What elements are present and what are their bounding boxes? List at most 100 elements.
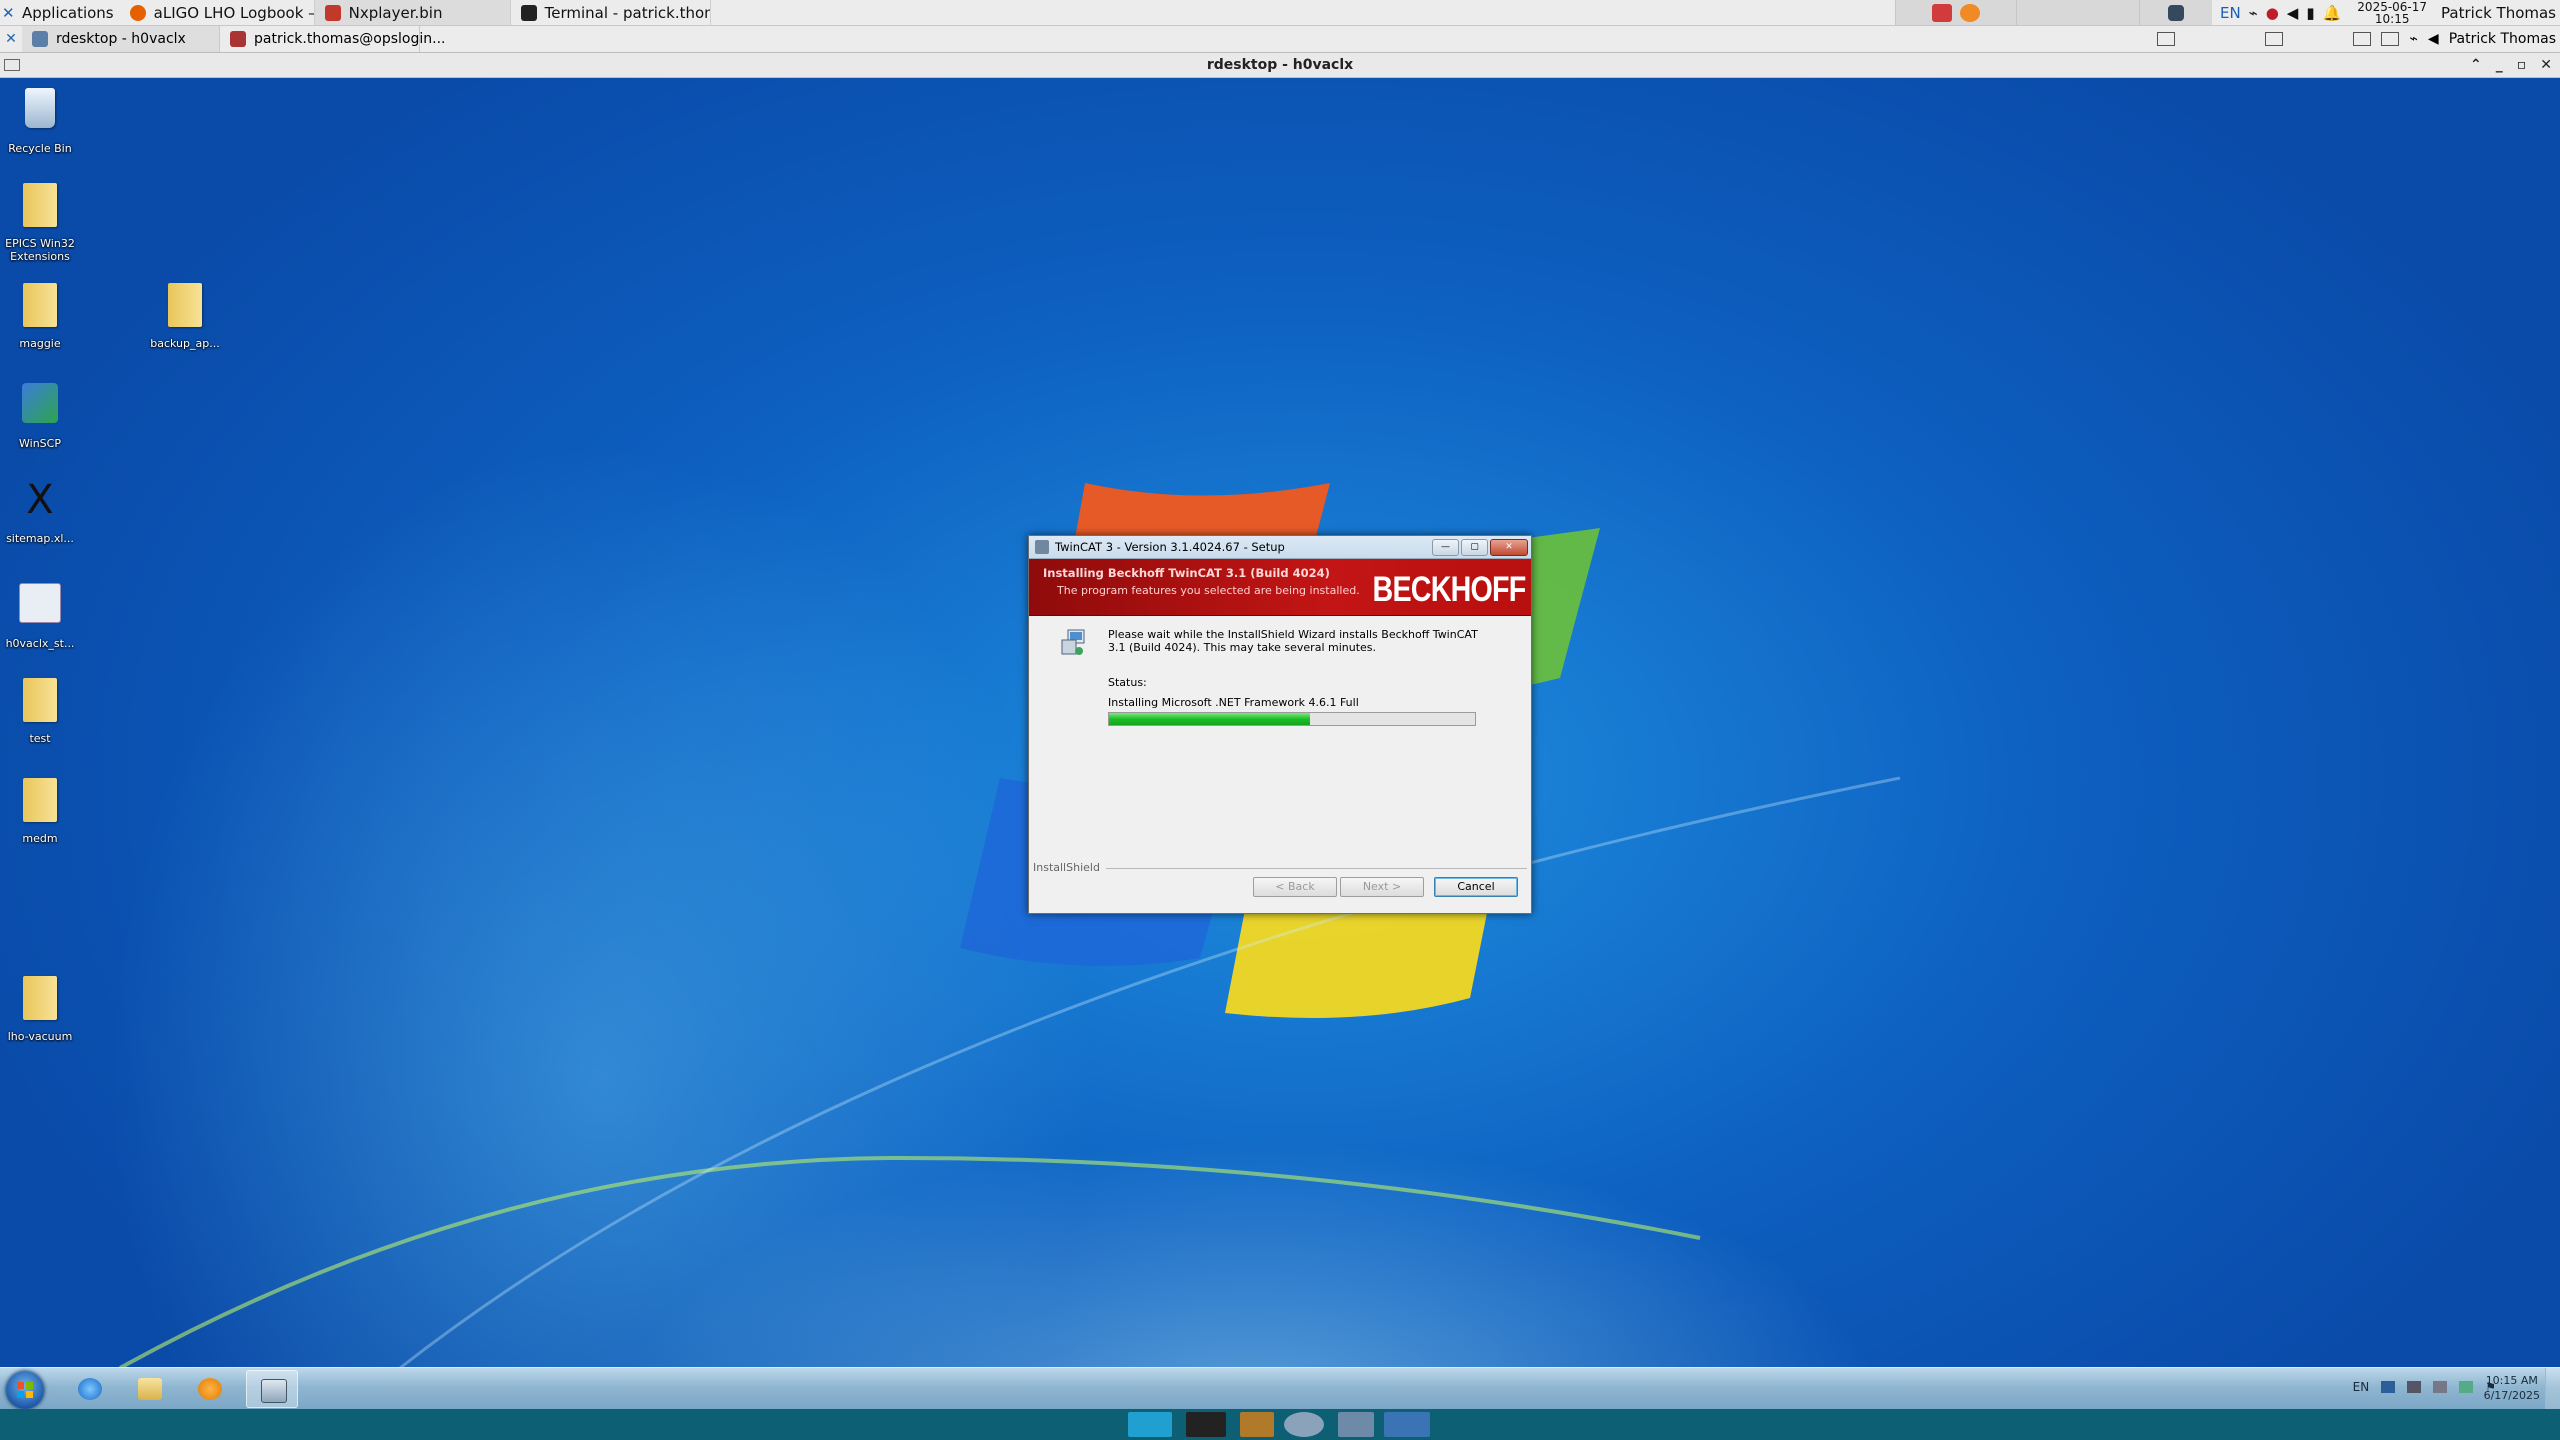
language-indicator[interactable]: EN: [2220, 4, 2241, 22]
workspace-2-icon[interactable]: [2381, 32, 2400, 46]
task-rdesktop[interactable]: rdesktop - h0vaclx: [22, 26, 220, 52]
task-logbook[interactable]: aLIGO LHO Logbook — ...: [120, 0, 315, 25]
task-terminal[interactable]: Terminal - patrick.thom...: [511, 0, 711, 25]
calendar-app-icon[interactable]: [1931, 3, 1952, 22]
window-list-panel: ✕ rdesktop - h0vaclx patrick.thomas@opsl…: [0, 26, 2560, 53]
task-label: aLIGO LHO Logbook — ...: [153, 3, 314, 22]
desktop-icon-h0vaclx[interactable]: h0vaclx_st...: [0, 583, 80, 650]
applications-menu[interactable]: ✕ Applications: [0, 0, 120, 25]
setup-icon: [1035, 540, 1049, 554]
show-desktop-button[interactable]: [2545, 1368, 2560, 1410]
user-name[interactable]: Patrick Thomas: [2435, 4, 2560, 22]
terminal-icon: [230, 31, 246, 47]
icon-label: h0vaclx_st...: [5, 637, 75, 650]
desktop-icon-epics[interactable]: EPICS Win32 Extensions: [0, 183, 80, 263]
maximize-button[interactable]: ▢: [1461, 539, 1488, 556]
start-button[interactable]: [6, 1371, 44, 1409]
icon-label: backup_ap...: [150, 337, 220, 350]
dialog-titlebar[interactable]: TwinCAT 3 - Version 3.1.4024.67 - Setup …: [1029, 536, 1531, 559]
dock-browser-icon[interactable]: [1284, 1412, 1324, 1437]
xfce-menu-icon[interactable]: ✕: [0, 31, 22, 47]
desktop-icon-test[interactable]: test: [0, 678, 80, 745]
next-button[interactable]: Next >: [1340, 877, 1424, 897]
tray-app2-icon[interactable]: [2459, 1381, 2474, 1393]
x-app-icon: X: [26, 477, 54, 523]
cancel-button[interactable]: Cancel: [1434, 877, 1518, 897]
close-icon[interactable]: ✕: [2540, 53, 2552, 77]
dialog-controls: — ▢ ✕: [1432, 539, 1528, 556]
terminal-icon: [520, 4, 537, 21]
back-button[interactable]: < Back: [1253, 877, 1337, 897]
desktop-icon-backup[interactable]: backup_ap...: [145, 283, 225, 350]
icon-label: test: [29, 732, 51, 745]
desktop-icon-lho-vacuum[interactable]: lho-vacuum: [0, 976, 80, 1043]
panel-clock[interactable]: 2025-06-17 10:15: [2349, 1, 2435, 25]
rdesktop-titlebar[interactable]: rdesktop - h0vaclx ⌃ _ ▫ ✕: [0, 53, 2560, 78]
network-icon[interactable]: ⌁: [2249, 4, 2258, 22]
task-ssh-terminal[interactable]: patrick.thomas@opslogin...: [220, 26, 446, 52]
volume-icon[interactable]: ◀: [2428, 31, 2439, 47]
remote-desktop-icon[interactable]: [2167, 4, 2184, 21]
dock-files-icon[interactable]: [1240, 1412, 1274, 1437]
dock-window-icon[interactable]: [1384, 1412, 1430, 1437]
task-label: Terminal - patrick.thom...: [544, 3, 710, 22]
taskbar-setup[interactable]: [246, 1370, 298, 1408]
task-nxplayer[interactable]: Nxplayer.bin: [314, 0, 511, 25]
tray-app-icon[interactable]: [2407, 1381, 2422, 1393]
workspace-1-icon[interactable]: [2353, 32, 2372, 46]
progress-fill: [1109, 713, 1311, 725]
installshield-label: InstallShield: [1033, 861, 1106, 874]
taskbar-explorer[interactable]: [124, 1370, 176, 1408]
icon-label: medm: [22, 832, 58, 845]
windows-language[interactable]: EN: [2353, 1380, 2370, 1394]
dock-search-icon[interactable]: [1338, 1412, 1374, 1437]
internet-explorer-icon: [78, 1378, 102, 1400]
rdesktop-controls: ⌃ _ ▫ ✕: [2470, 53, 2552, 77]
user-name-2[interactable]: Patrick Thomas: [2449, 31, 2556, 47]
desktop-icon-winscp[interactable]: WinSCP: [0, 383, 80, 450]
minimize-button[interactable]: —: [1432, 539, 1459, 556]
windows-clock[interactable]: 10:15 AM 6/17/2025: [2484, 1373, 2540, 1403]
show-desktop-icon[interactable]: [2157, 32, 2176, 46]
windows-logo-icon: [17, 1382, 33, 1398]
network-tray-icon[interactable]: [2433, 1381, 2448, 1393]
microphone-icon[interactable]: ●: [2266, 4, 2279, 22]
volume-icon[interactable]: ◀: [2287, 4, 2299, 22]
taskbar-ie[interactable]: [64, 1370, 116, 1408]
firefox-launcher-icon[interactable]: [1959, 3, 1980, 22]
close-button[interactable]: ✕: [1490, 539, 1528, 556]
desktop-icon-recycle-bin[interactable]: Recycle Bin: [0, 88, 80, 155]
folder-icon: [23, 183, 57, 227]
beckhoff-logo: BECKHOFF: [1372, 570, 1526, 609]
desktop-icon-maggie[interactable]: maggie: [0, 283, 80, 350]
dialog-banner: Installing Beckhoff TwinCAT 3.1 (Build 4…: [1029, 559, 1531, 616]
dock-terminal-icon[interactable]: [1186, 1412, 1226, 1437]
folder-icon: [23, 678, 57, 722]
dialog-footer: InstallShield < Back Next > Cancel: [1029, 861, 1531, 913]
desktop-icon-sitemap[interactable]: X sitemap.xl...: [0, 478, 80, 545]
installer-computer-icon: [1061, 629, 1085, 655]
nomachine-icon: [324, 4, 341, 21]
workspace-icon[interactable]: [2265, 32, 2284, 46]
window-menu-icon[interactable]: [4, 59, 20, 71]
maximize-icon[interactable]: ▫: [2517, 53, 2527, 77]
dialog-body: Please wait while the InstallShield Wiza…: [1029, 616, 1531, 861]
battery-icon[interactable]: ▮: [2306, 4, 2314, 22]
notification-bell-icon[interactable]: 🔔: [2323, 4, 2342, 22]
remmina-block: [2138, 0, 2212, 25]
shade-icon[interactable]: ⌃: [2470, 53, 2482, 77]
panel-spacer: [2015, 0, 2139, 25]
progress-bar: [1108, 712, 1476, 726]
dock-desktop-icon[interactable]: [1128, 1412, 1172, 1437]
taskbar-media-player[interactable]: [184, 1370, 236, 1408]
rdesktop-title: rdesktop - h0vaclx: [1206, 57, 1354, 73]
desktop-icon-medm[interactable]: medm: [0, 778, 80, 845]
minimize-icon[interactable]: _: [2496, 53, 2503, 77]
banner-heading: Installing Beckhoff TwinCAT 3.1 (Build 4…: [1043, 566, 1330, 580]
folder-icon: [23, 778, 57, 822]
network-icon[interactable]: ⌁: [2409, 31, 2417, 47]
indicator-block: [1894, 0, 2016, 25]
recycle-bin-icon: [25, 88, 55, 128]
twincat-tray-icon[interactable]: [2381, 1381, 2396, 1393]
window-icon: [32, 31, 48, 47]
